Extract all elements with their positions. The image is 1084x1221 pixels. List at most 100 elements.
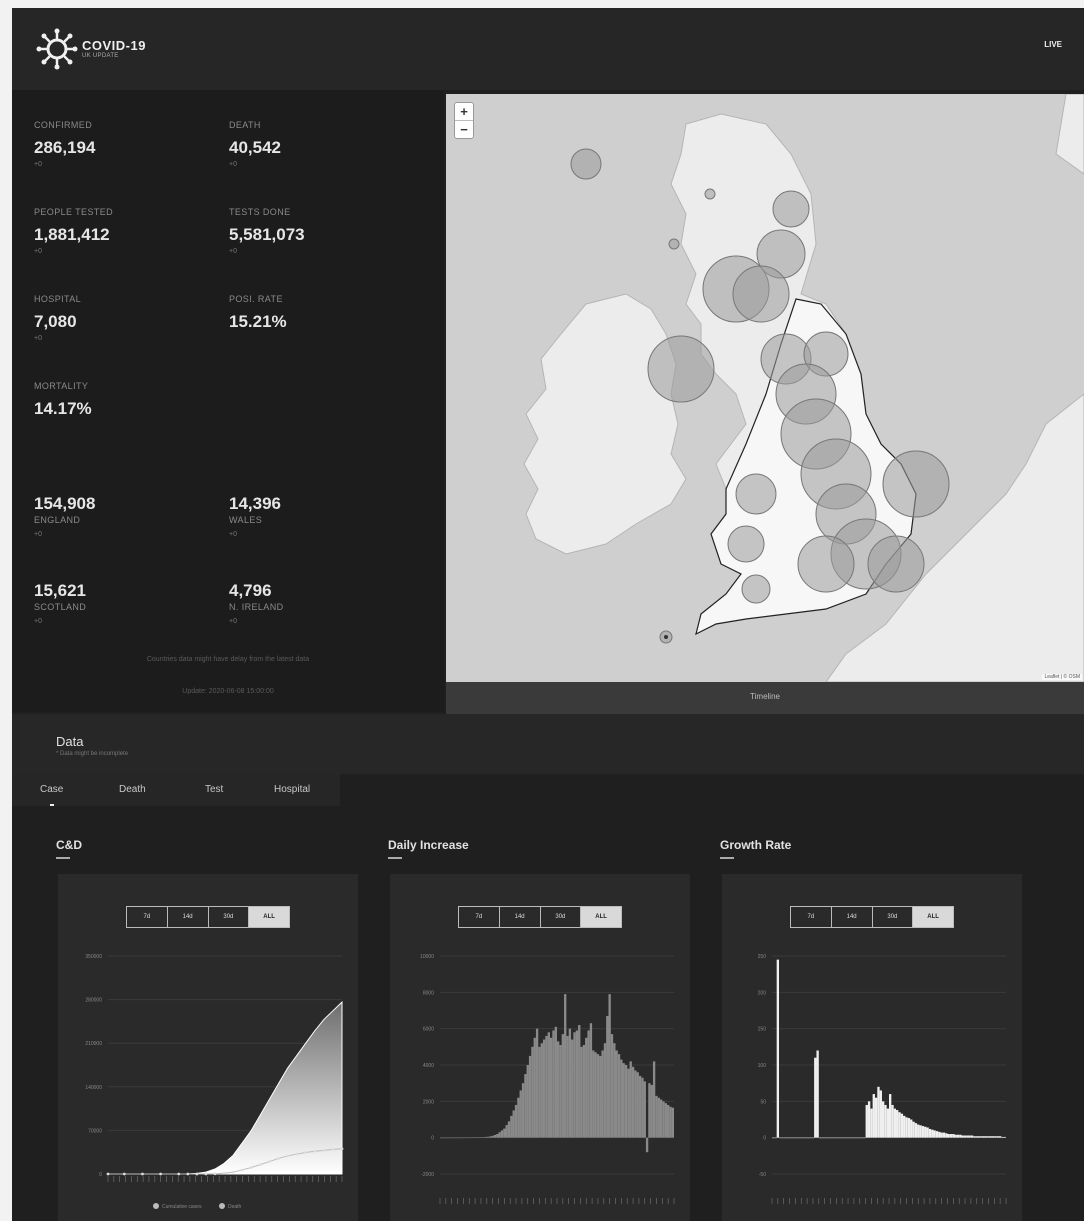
bar (650, 1084, 653, 1138)
chart-daily-increase: -2000 0 2000 4000 6000 8000 10000 (420, 954, 675, 1204)
bar (1003, 1136, 1006, 1138)
stat-change: +0 (34, 161, 42, 168)
data-point (322, 1148, 326, 1152)
bar (493, 1134, 497, 1138)
data-point (141, 1172, 144, 1176)
timeline-bar[interactable]: Timeline (446, 682, 1084, 714)
y-tick-label: -50 (759, 1172, 766, 1178)
zoom-in-button[interactable]: + (455, 103, 473, 120)
map-bubble (772, 190, 810, 228)
bar (872, 1094, 875, 1138)
bar (461, 1137, 464, 1139)
chart-title-underline (388, 857, 402, 859)
stat-label: TESTS DONE (229, 207, 291, 217)
bar (507, 1121, 511, 1138)
bar (566, 1035, 569, 1138)
bar (624, 1065, 628, 1138)
data-point (313, 1149, 317, 1153)
y-tick-label: 10000 (420, 954, 434, 960)
tab-death[interactable]: Death (119, 784, 146, 795)
y-tick-label: 150 (758, 1027, 767, 1033)
region-label: SCOTLAND (34, 602, 87, 612)
bar (638, 1075, 642, 1138)
bar (641, 1077, 644, 1138)
y-tick-label: 100 (758, 1063, 767, 1069)
bar (914, 1123, 918, 1138)
bar (959, 1134, 962, 1138)
bar (631, 1066, 635, 1138)
stat-value: 40,542 (229, 138, 281, 157)
bar (938, 1131, 941, 1138)
stat-value: 15.21% (229, 312, 287, 331)
bar (531, 1046, 534, 1138)
region-change: +0 (229, 531, 237, 538)
bar (652, 1061, 656, 1138)
series-area-cumulative-cases (108, 1000, 343, 1175)
bar (839, 1137, 843, 1139)
tab-hospital[interactable]: Hospital (274, 784, 310, 795)
tab-test[interactable]: Test (205, 784, 223, 795)
app-window: COVID-19 UK UPDATE LIVE CONFIRMED 286,19… (12, 8, 1084, 1221)
legend-swatch (219, 1203, 225, 1209)
bar (573, 1032, 576, 1138)
bar (996, 1136, 999, 1138)
zoom-out-button[interactable]: − (455, 120, 473, 138)
bar (512, 1110, 515, 1138)
bar (484, 1136, 487, 1138)
bar (486, 1136, 490, 1138)
region-label: ENGLAND (34, 515, 81, 525)
bar (884, 1104, 887, 1138)
chart-title-underline (720, 857, 734, 859)
bar (666, 1104, 670, 1138)
bar (844, 1137, 847, 1139)
bar (620, 1059, 623, 1138)
bar (634, 1070, 637, 1138)
bar (559, 1045, 562, 1138)
stat-value: 14.17% (34, 399, 92, 418)
y-tick-label: 2000 (423, 1099, 434, 1105)
map[interactable]: + − Leaflet | © OSM (446, 94, 1084, 682)
bar (547, 1032, 550, 1138)
bar (793, 1137, 796, 1139)
stat-confirmed: CONFIRMED 286,194 +0 (34, 120, 95, 168)
region-label: N. IRELAND (229, 602, 284, 612)
bar (849, 1137, 852, 1139)
virus-icon[interactable] (36, 28, 78, 75)
map-bubble (704, 188, 716, 200)
region-wales: 14,396 WALES +0 (229, 486, 281, 538)
stat-change: +0 (229, 248, 237, 255)
bar (994, 1136, 997, 1138)
bar (498, 1132, 501, 1138)
bar (830, 1137, 833, 1139)
bar (858, 1137, 861, 1139)
bar (517, 1097, 520, 1138)
legend-label: Cumulative cases (162, 1204, 202, 1210)
live-link[interactable]: LIVE (1044, 40, 1062, 49)
y-tick-label: 350000 (85, 954, 102, 960)
bar (865, 1104, 868, 1138)
bar (823, 1137, 826, 1139)
stat-value: 7,080 (34, 312, 77, 331)
bar (1001, 1136, 1004, 1138)
update-time: Update: 2020-06-08 15:00:00 (182, 688, 274, 695)
map-bubble (732, 265, 790, 323)
tab-case[interactable]: Case (40, 784, 63, 795)
bar (982, 1136, 985, 1138)
bar (903, 1115, 906, 1138)
map-canvas (523, 94, 1084, 682)
bar (814, 1057, 817, 1138)
bar (945, 1133, 948, 1138)
bar (973, 1136, 976, 1138)
bar (669, 1106, 672, 1138)
bar (825, 1137, 829, 1139)
bar (610, 1034, 614, 1138)
bar (500, 1130, 504, 1138)
map-attribution[interactable]: Leaflet | © OSM (1042, 674, 1082, 680)
region-label: WALES (229, 515, 263, 525)
bar (503, 1128, 506, 1138)
bar (919, 1125, 922, 1138)
stat-death: DEATH 40,542 +0 (229, 120, 281, 168)
data-point (186, 1172, 190, 1176)
data-delay-note: Countries data might have delay from the… (146, 656, 310, 663)
bar (648, 1083, 651, 1138)
